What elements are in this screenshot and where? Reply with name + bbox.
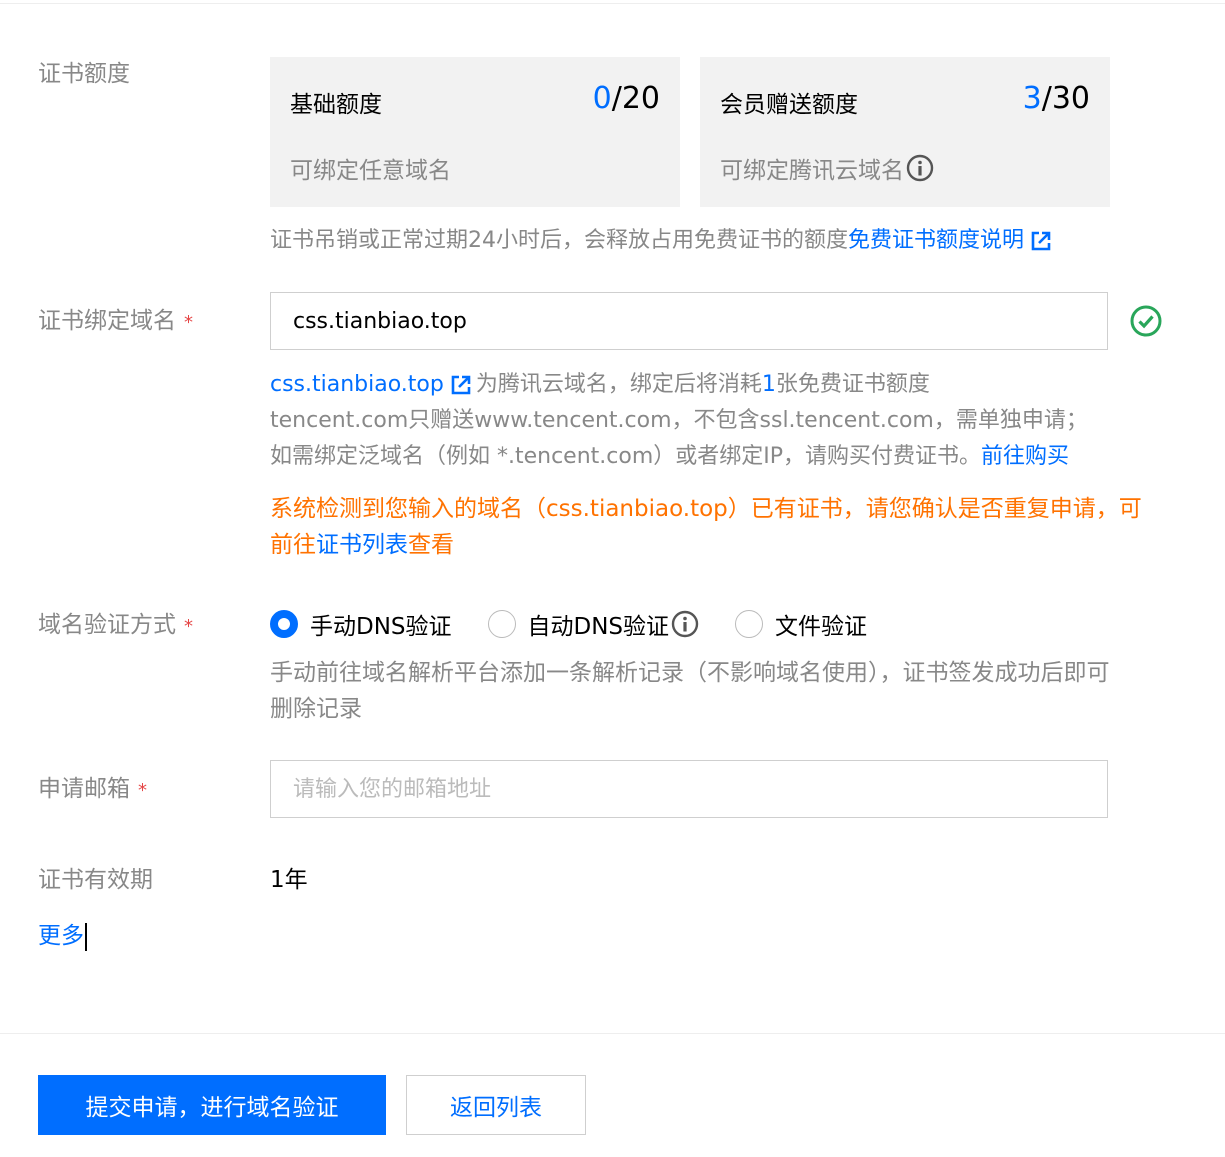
cert-list-link[interactable]: 证书列表 — [316, 532, 408, 558]
radio-manual-dns-label: 手动DNS验证 — [310, 614, 452, 640]
validity-label: 证书有效期 — [38, 867, 153, 893]
verify-method-group: 手动DNS验证 自动DNS验证 文件验证 — [270, 604, 903, 644]
member-quota-count: 3/30 — [1023, 81, 1090, 116]
required-mark: * — [138, 780, 147, 801]
basic-quota-card: 基础额度 0/20 可绑定任意域名 — [270, 57, 680, 207]
validity-value: 1年 — [270, 867, 308, 893]
info-icon[interactable] — [906, 154, 934, 182]
verify-label-text: 域名验证方式 — [38, 612, 176, 638]
footer-divider — [0, 1033, 1225, 1034]
submit-button[interactable]: 提交申请，进行域名验证 — [38, 1075, 386, 1135]
top-divider — [0, 3, 1225, 4]
email-label-text: 申请邮箱 — [38, 776, 130, 802]
radio-file-verify[interactable]: 文件验证 — [735, 607, 867, 641]
domain-info-line2: tencent.com只赠送www.tencent.com，不包含ssl.ten… — [270, 408, 1088, 433]
member-quota-name: 会员赠送额度 — [720, 92, 858, 118]
basic-quota-count: 0/20 — [593, 81, 660, 116]
warning-text1: 系统检测到您输入的域名（css.tianbiao.top）已有证书，请您确认是否… — [270, 496, 1142, 522]
radio-manual-dns-circle[interactable] — [270, 610, 298, 638]
back-to-list-button[interactable]: 返回列表 — [406, 1075, 586, 1135]
quota-label: 证书额度 — [38, 61, 130, 87]
domain-info-line3: 如需绑定泛域名（例如 *.tencent.com）或者绑定IP，请购买付费证书。… — [270, 439, 1069, 475]
domain-info-text2: 张免费证书额度 — [775, 372, 930, 397]
duplicate-cert-warning: 系统检测到您输入的域名（css.tianbiao.top）已有证书，请您确认是否… — [270, 491, 1170, 563]
member-quota-desc-row: 可绑定腾讯云域名 — [720, 151, 934, 185]
email-label: 申请邮箱 * — [38, 773, 147, 807]
basic-quota-total: /20 — [611, 81, 660, 116]
member-quota-card: 会员赠送额度 3/30 可绑定腾讯云域名 — [700, 57, 1110, 207]
required-mark: * — [184, 312, 193, 333]
required-mark: * — [184, 616, 193, 637]
verify-hint-line1: 手动前往域名解析平台添加一条解析记录（不影响域名使用），证书签发成功后即可 — [270, 660, 1110, 686]
radio-auto-dns-circle[interactable] — [487, 610, 516, 638]
quota-doc-link[interactable]: 免费证书额度说明 — [848, 228, 1024, 253]
domain-info-link[interactable]: css.tianbiao.top — [270, 372, 444, 397]
radio-auto-dns-label: 自动DNS验证 — [527, 614, 670, 640]
text-cursor — [85, 922, 87, 951]
email-input[interactable] — [270, 760, 1108, 818]
basic-quota-name: 基础额度 — [290, 92, 382, 118]
quota-hint-text: 证书吊销或正常过期24小时后，会释放占用免费证书的额度 — [270, 228, 848, 253]
quota-hint: 证书吊销或正常过期24小时后，会释放占用免费证书的额度免费证书额度说明 — [270, 223, 1052, 259]
more-options[interactable]: 更多 — [38, 920, 87, 952]
member-quota-desc: 可绑定腾讯云域名 — [720, 158, 904, 184]
domain-info-count: 1 — [761, 372, 776, 397]
radio-file-verify-label: 文件验证 — [775, 614, 868, 640]
radio-manual-dns[interactable]: 手动DNS验证 — [270, 607, 452, 641]
external-link-icon[interactable] — [450, 374, 472, 396]
warning-text3: 查看 — [408, 532, 454, 558]
buy-link[interactable]: 前往购买 — [981, 444, 1069, 469]
member-quota-total: /30 — [1041, 81, 1090, 116]
basic-quota-desc: 可绑定任意域名 — [290, 158, 451, 184]
verify-label: 域名验证方式 * — [38, 609, 193, 643]
external-link-icon[interactable] — [1030, 230, 1052, 252]
domain-label: 证书绑定域名 * — [38, 305, 193, 339]
basic-quota-used: 0 — [592, 81, 612, 116]
radio-file-verify-circle[interactable] — [735, 610, 764, 638]
member-quota-used: 3 — [1022, 81, 1042, 116]
domain-info-text1: 为腾讯云域名，绑定后将消耗 — [475, 372, 762, 397]
info-icon[interactable] — [671, 610, 699, 638]
verify-hint-line2: 删除记录 — [270, 696, 362, 722]
domain-label-text: 证书绑定域名 — [38, 308, 176, 334]
domain-info-line3-text: 如需绑定泛域名（例如 *.tencent.com）或者绑定IP，请购买付费证书。 — [270, 444, 982, 469]
warning-text2: 前往 — [270, 532, 316, 558]
domain-info-line1: css.tianbiao.top 为腾讯云域名，绑定后将消耗1张免费证书额度 — [270, 367, 930, 403]
radio-auto-dns[interactable]: 自动DNS验证 — [487, 607, 700, 641]
check-circle-icon — [1130, 305, 1162, 337]
domain-input[interactable] — [270, 292, 1108, 350]
more-link[interactable]: 更多 — [38, 923, 84, 949]
